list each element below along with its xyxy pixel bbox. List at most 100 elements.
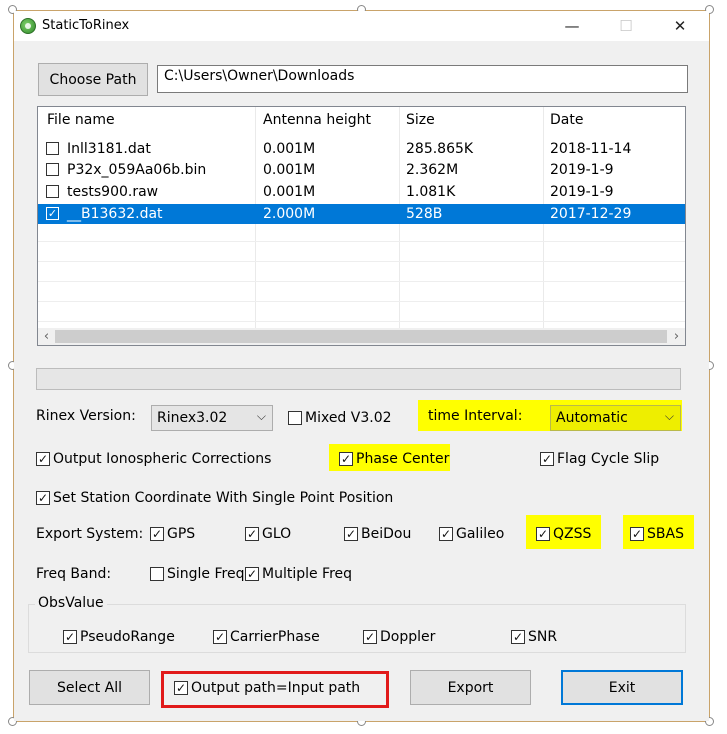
- time-interval-label: time Interval:: [428, 408, 523, 424]
- checkbox-box[interactable]: ✓: [150, 527, 164, 541]
- pseudorange-checkbox[interactable]: ✓ PseudoRange: [63, 629, 175, 645]
- close-button[interactable]: ✕: [657, 11, 703, 41]
- scroll-right-icon[interactable]: ›: [668, 328, 685, 345]
- file-name: Inll3181.dat: [67, 141, 151, 157]
- carrier-phase-checkbox[interactable]: ✓ CarrierPhase: [213, 629, 320, 645]
- phase-center-checkbox[interactable]: ✓ Phase Center: [339, 451, 449, 467]
- checkbox-box[interactable]: ✓: [36, 452, 50, 466]
- file-name: tests900.raw: [67, 184, 159, 200]
- file-row[interactable]: tests900.raw 0.001M 1.081K 2019-1-9: [38, 182, 685, 202]
- flag-cycle-slip-checkbox[interactable]: ✓ Flag Cycle Slip: [540, 451, 659, 467]
- checkbox-box[interactable]: ✓: [245, 567, 259, 581]
- grid-line: [38, 301, 685, 302]
- station-coordinate-label: Set Station Coordinate With Single Point…: [53, 490, 394, 506]
- checkbox-box[interactable]: ✓: [36, 491, 50, 505]
- checkbox-box[interactable]: ✓: [174, 681, 188, 695]
- gps-checkbox[interactable]: ✓ GPS: [150, 526, 195, 542]
- grid-line: [38, 281, 685, 282]
- export-button[interactable]: Export: [410, 670, 531, 705]
- qzss-checkbox[interactable]: ✓ QZSS: [536, 526, 591, 542]
- checkbox-box[interactable]: ✓: [363, 630, 377, 644]
- checkbox-box[interactable]: ✓: [63, 630, 77, 644]
- checkbox-box[interactable]: ✓: [439, 527, 453, 541]
- choose-path-button[interactable]: Choose Path: [38, 63, 148, 96]
- file-name: P32x_059Aa06b.bin: [67, 162, 207, 178]
- output-path-checkbox[interactable]: ✓ Output path=Input path: [174, 680, 360, 696]
- file-date: 2017-12-29: [550, 206, 632, 222]
- output-iono-corrections-checkbox[interactable]: ✓ Output Ionospheric Corrections: [36, 451, 271, 467]
- mixed-v302-checkbox[interactable]: Mixed V3.02: [288, 410, 392, 426]
- single-freq-label: Single Freq: [167, 566, 245, 582]
- station-coordinate-checkbox[interactable]: ✓ Set Station Coordinate With Single Poi…: [36, 490, 393, 506]
- checkbox-box[interactable]: ✓: [511, 630, 525, 644]
- single-freq-checkbox[interactable]: Single Freq: [150, 566, 244, 582]
- doppler-checkbox[interactable]: ✓ Doppler: [363, 629, 435, 645]
- file-size: 2.362M: [406, 162, 459, 178]
- scrollbar-thumb[interactable]: [55, 330, 667, 343]
- chevron-down-icon: ⌵: [256, 409, 266, 423]
- time-interval-value: Automatic: [556, 410, 628, 426]
- exit-button[interactable]: Exit: [561, 670, 683, 705]
- rinex-version-select[interactable]: Rinex3.02 ⌵: [151, 405, 273, 431]
- progress-bar: [36, 368, 681, 390]
- flag-cycle-slip-label: Flag Cycle Slip: [557, 451, 660, 467]
- glo-checkbox[interactable]: ✓ GLO: [245, 526, 291, 542]
- checkbox-box[interactable]: [288, 411, 302, 425]
- green-globe-icon: [20, 18, 36, 34]
- snr-checkbox[interactable]: ✓ SNR: [511, 629, 557, 645]
- column-header-antenna-height[interactable]: Antenna height: [254, 107, 371, 133]
- antenna-height: 0.001M: [263, 162, 316, 178]
- qzss-label: QZSS: [553, 526, 592, 542]
- antenna-height: 0.001M: [263, 141, 316, 157]
- maximize-button[interactable]: ☐: [603, 11, 649, 41]
- file-name: __B13632.dat: [67, 206, 163, 222]
- static-to-rinex-window: StaticToRinex — ☐ ✕ Choose Path C:\Users…: [14, 11, 709, 721]
- file-date: 2019-1-9: [550, 162, 614, 178]
- grid-line: [38, 241, 685, 242]
- file-row[interactable]: P32x_059Aa06b.bin 0.001M 2.362M 2019-1-9: [38, 160, 685, 180]
- checkbox-box[interactable]: ✓: [536, 527, 550, 541]
- column-header-date[interactable]: Date: [541, 107, 583, 133]
- sbas-checkbox[interactable]: ✓ SBAS: [630, 526, 684, 542]
- multiple-freq-label: Multiple Freq: [262, 566, 353, 582]
- mixed-v302-label: Mixed V3.02: [305, 410, 392, 426]
- checkbox-box[interactable]: ✓: [213, 630, 227, 644]
- horizontal-scrollbar[interactable]: ‹ ›: [38, 328, 685, 345]
- file-row[interactable]: Inll3181.dat 0.001M 285.865K 2018-11-14: [38, 139, 685, 159]
- column-header-size[interactable]: Size: [397, 107, 435, 133]
- minimize-button[interactable]: —: [549, 11, 595, 41]
- phase-center-label: Phase Center: [356, 451, 450, 467]
- file-date: 2019-1-9: [550, 184, 614, 200]
- galileo-checkbox[interactable]: ✓ Galileo: [439, 526, 504, 542]
- grid-line: [38, 261, 685, 262]
- file-row-selected[interactable]: ✓ __B13632.dat 2.000M 528B 2017-12-29: [38, 204, 685, 224]
- sbas-label: SBAS: [647, 526, 684, 542]
- checkbox-box[interactable]: ✓: [540, 452, 554, 466]
- path-input[interactable]: C:\Users\Owner\Downloads: [157, 65, 688, 93]
- checkbox-box[interactable]: ✓: [630, 527, 644, 541]
- select-all-button[interactable]: Select All: [29, 670, 150, 705]
- antenna-height: 2.000M: [263, 206, 316, 222]
- checkbox-box[interactable]: ✓: [344, 527, 358, 541]
- file-list-header: File name Antenna height Size Date: [38, 107, 685, 133]
- glo-label: GLO: [262, 526, 292, 542]
- scroll-left-icon[interactable]: ‹: [38, 328, 55, 345]
- file-list[interactable]: File name Antenna height Size Date Inll3…: [37, 106, 686, 346]
- freq-band-label: Freq Band:: [36, 566, 112, 582]
- beidou-checkbox[interactable]: ✓ BeiDou: [344, 526, 411, 542]
- export-system-label: Export System:: [36, 526, 144, 542]
- file-size: 528B: [406, 206, 443, 222]
- checkbox-box[interactable]: [150, 567, 164, 581]
- checkbox-box[interactable]: ✓: [245, 527, 259, 541]
- file-size: 1.081K: [406, 184, 456, 200]
- rinex-version-label: Rinex Version:: [36, 408, 136, 424]
- multiple-freq-checkbox[interactable]: ✓ Multiple Freq: [245, 566, 352, 582]
- pseudorange-label: PseudoRange: [80, 629, 175, 645]
- output-path-label: Output path=Input path: [191, 680, 361, 696]
- checkbox-box[interactable]: ✓: [339, 452, 353, 466]
- title-bar: StaticToRinex — ☐ ✕: [14, 11, 709, 41]
- gps-label: GPS: [167, 526, 196, 542]
- time-interval-select[interactable]: Automatic ⌵: [550, 405, 681, 431]
- column-header-file-name[interactable]: File name: [38, 107, 115, 133]
- window-title: StaticToRinex: [42, 18, 130, 33]
